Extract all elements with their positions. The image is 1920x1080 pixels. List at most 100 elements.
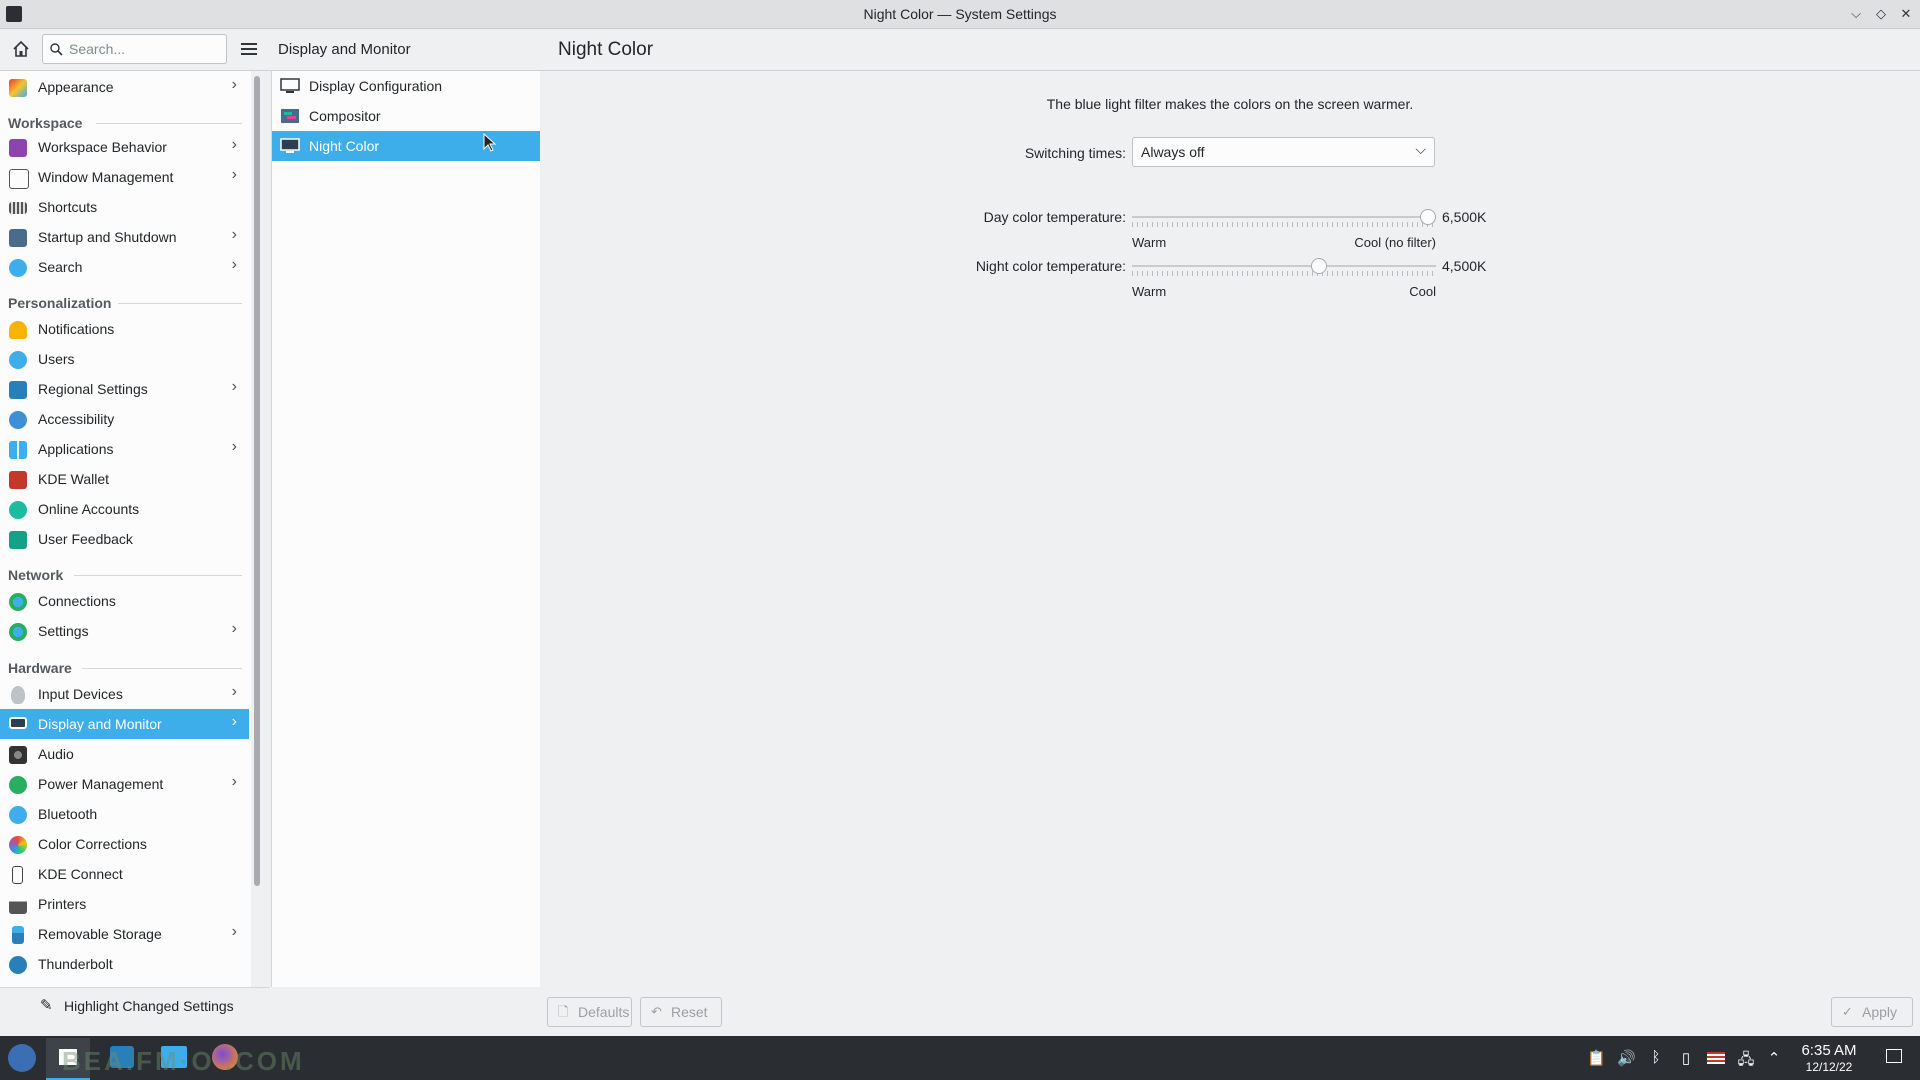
applications-icon [9,441,27,459]
sidebar-item-label: Printers [38,896,87,912]
sidebar-item-label: Applications [38,441,114,457]
sidebar-item-bluetooth[interactable]: Bluetooth [0,799,249,829]
power-icon [9,776,27,794]
sidebar-item-accessibility[interactable]: Accessibility [0,404,249,434]
chevron-right-icon: › [231,378,237,395]
mouse-cursor-icon [483,133,497,152]
sidebar-item-notifications[interactable]: Notifications [0,314,249,344]
show-desktop-icon[interactable] [1886,1049,1902,1063]
bluetooth-tray-icon[interactable]: ᛒ [1647,1049,1665,1067]
menu-icon [241,43,257,55]
appearance-icon [9,79,27,97]
sidebar-item-label: Online Accounts [38,501,140,517]
day-temperature-slider[interactable] [1132,209,1436,227]
sidebar-item-network-settings[interactable]: Settings › [0,616,249,646]
night-temperature-slider[interactable] [1132,258,1436,276]
sidebar-scrollbar[interactable] [254,76,260,886]
sidebar-item-kde-connect[interactable]: KDE Connect [0,859,249,889]
online-accounts-icon [9,501,27,519]
compositor-icon [281,109,299,123]
day-max-label: Cool (no filter) [1354,235,1436,250]
sidebar-item-thunderbolt[interactable]: Thunderbolt [0,949,249,979]
search-input[interactable] [67,40,221,58]
sidebar-item-user-feedback[interactable]: User Feedback [0,524,249,554]
sidebar-item-search[interactable]: Search › [0,252,249,282]
maximize-icon[interactable]: ◇ [1872,5,1890,23]
keyboard-layout-flag-icon[interactable] [1707,1049,1725,1067]
sidebar-item-color-corrections[interactable]: Color Corrections [0,829,249,859]
sidebar-item-printers[interactable]: Printers [0,889,249,919]
sidebar-item-connections[interactable]: Connections [0,586,249,616]
sidebar-item-startup-shutdown[interactable]: Startup and Shutdown › [0,222,249,252]
sidebar-item-label: Appearance [38,79,114,95]
device-icon[interactable]: ▯ [1677,1049,1695,1067]
window-title: Night Color — System Settings [863,6,1057,22]
chevron-up-icon[interactable]: ⌃ [1765,1049,1783,1067]
keyboard-icon [9,202,27,214]
chevron-right-icon: › [231,620,237,637]
home-icon [13,40,29,57]
sidebar-item-applications[interactable]: Applications › [0,434,249,464]
clock-date[interactable]: 12/12/22 [1797,1060,1861,1074]
sidebar-item-users[interactable]: Users [0,344,249,374]
network-icon[interactable]: 🖧 [1737,1049,1755,1068]
close-icon[interactable]: ✕ [1897,5,1915,23]
night-max-label: Cool [1409,284,1436,299]
sidebar-item-label: Startup and Shutdown [38,229,177,245]
sidebar-item-audio[interactable]: Audio [0,739,249,769]
hamburger-menu-button[interactable] [239,40,259,58]
reset-button[interactable]: ↶ Reset [640,997,722,1027]
home-button[interactable] [10,38,32,60]
subpage-compositor[interactable]: Compositor [272,101,540,131]
sidebar-item-display-monitor[interactable]: Display and Monitor › [0,709,249,739]
divider [74,575,242,576]
mouse-icon [11,686,25,704]
switching-times-value: Always off [1141,144,1205,160]
night-temperature-label: Night color temperature: [975,258,1126,274]
sidebar-item-power-management[interactable]: Power Management › [0,769,249,799]
description-text: The blue light filter makes the colors o… [1046,96,1414,112]
undo-icon: ↶ [651,1004,662,1019]
sidebar-item-label: User Feedback [38,531,133,547]
switching-times-dropdown[interactable]: Always off ⌵ [1132,137,1435,167]
monitor-icon [280,138,300,153]
switching-times-label: Switching times: [1024,145,1126,161]
clipboard-icon[interactable]: 📋 [1587,1049,1606,1067]
regional-settings-icon [9,381,27,399]
minimize-icon[interactable]: ⌵ [1847,5,1865,23]
sidebar-item-kde-wallet[interactable]: KDE Wallet [0,464,249,494]
app-launcher-icon[interactable] [8,1044,36,1072]
section-header-workspace: Workspace [8,115,83,131]
sidebar-item-online-accounts[interactable]: Online Accounts [0,494,249,524]
sidebar-item-window-management[interactable]: Window Management › [0,162,249,192]
chevron-right-icon: › [231,166,237,183]
volume-icon[interactable]: 🔊 [1617,1049,1636,1067]
sidebar-item-input-devices[interactable]: Input Devices › [0,679,249,709]
day-min-label: Warm [1132,235,1167,250]
color-wheel-icon [9,836,27,854]
subpage-display-configuration[interactable]: Display Configuration [272,71,540,101]
sidebar-item-appearance[interactable]: Appearance › [0,72,249,102]
subpage-label: Night Color [309,138,380,154]
chevron-right-icon: › [231,773,237,790]
highlight-changed-settings-button[interactable]: ✎ Highlight Changed Settings [0,987,270,1026]
document-icon: 🗋 [558,1004,569,1019]
apply-button[interactable]: ✓ Apply [1831,997,1913,1027]
sidebar-item-shortcuts[interactable]: Shortcuts [0,192,249,222]
slider-handle[interactable] [1420,209,1436,225]
sidebar-item-removable-storage[interactable]: Removable Storage › [0,919,249,949]
sidebar-item-label: Search [38,259,83,275]
sidebar-item-workspace-behavior[interactable]: Workspace Behavior › [0,132,249,162]
slider-ticks [1132,271,1436,276]
subpage-night-color[interactable]: Night Color [272,131,540,161]
defaults-button[interactable]: 🗋 Defaults [547,997,632,1027]
search-field[interactable] [42,34,227,64]
slider-handle[interactable] [1311,258,1327,274]
title-bar: Night Color — System Settings ⌵ ◇ ✕ [0,0,1920,29]
subpage-list: Display Configuration Compositor Night C… [271,71,541,987]
clock-time[interactable]: 6:35 AM [1797,1042,1861,1059]
day-temperature-label: Day color temperature: [983,209,1126,225]
sidebar-item-label: KDE Connect [38,866,123,882]
sidebar-item-regional-settings[interactable]: Regional Settings › [0,374,249,404]
chevron-right-icon: › [231,713,237,730]
